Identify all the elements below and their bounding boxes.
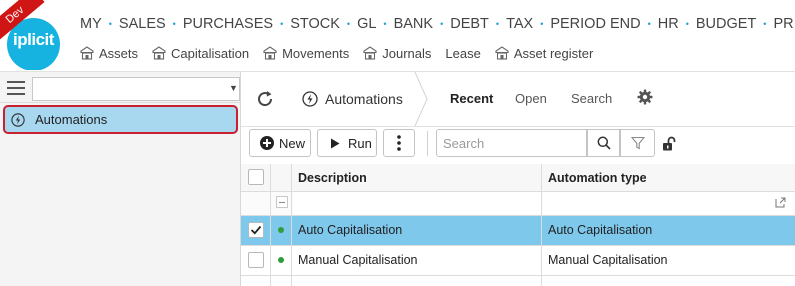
- column-header-automation-type[interactable]: Automation type: [548, 164, 647, 191]
- main-menu: MY • SALES • PURCHASES • STOCK • GL • BANK • DEBT • TA…: [80, 15, 794, 33]
- status-filter-toggle[interactable]: [276, 196, 288, 208]
- status-indicator: [278, 227, 284, 233]
- submenu-item-label: Journals: [382, 45, 432, 61]
- menu-separator: •: [172, 19, 176, 29]
- cell-description: Auto Capitalisation: [298, 223, 403, 237]
- cell-automation-type: Manual Capitalisation: [548, 253, 668, 267]
- submenu-item-lease[interactable]: Lease: [445, 46, 480, 61]
- cell-automation-type: Auto Capitalisation: [548, 223, 653, 237]
- cell-description: Manual Capitalisation: [298, 253, 418, 267]
- tab-search[interactable]: Search: [571, 91, 612, 106]
- search-icon: [597, 136, 611, 150]
- new-button[interactable]: New: [249, 129, 311, 157]
- status-indicator: [278, 257, 284, 263]
- filter-button[interactable]: [620, 129, 655, 157]
- menu-separator: •: [495, 19, 500, 29]
- menu-separator: •: [108, 19, 112, 29]
- submenu-item-label: Capitalisation: [171, 45, 250, 61]
- action-divider: [427, 131, 428, 156]
- menu-item-gl[interactable]: GL: [357, 16, 376, 32]
- tab-open[interactable]: Open: [515, 91, 547, 106]
- sub-menu: Assets Capitalisation Movements Journals Lea…: [80, 44, 607, 62]
- automation-type-filter-input[interactable]: [543, 192, 795, 214]
- submenu-item-assets[interactable]: Assets: [80, 46, 138, 61]
- checkmark-icon: [250, 225, 262, 235]
- menu-item-debt[interactable]: DEBT: [450, 16, 489, 32]
- grid-row-line: [241, 245, 795, 246]
- menu-item-hr[interactable]: HR: [658, 16, 679, 32]
- building-icon: [80, 46, 94, 60]
- logo-text: iplicit: [13, 30, 54, 49]
- submenu-item-capitalisation[interactable]: Capitalisation: [152, 46, 249, 61]
- menu-item-pr[interactable]: PR: [773, 16, 793, 32]
- grid-row-line: [241, 215, 795, 216]
- menu-separator: •: [440, 19, 444, 29]
- submenu-item-label: Assets: [99, 45, 139, 61]
- grid-column-line: [291, 164, 292, 286]
- plus-circle-icon: [260, 136, 274, 150]
- lightning-icon: [302, 91, 318, 107]
- breadcrumb-label: Automations: [325, 91, 403, 107]
- menu-separator: •: [685, 19, 689, 29]
- submenu-item-label: Movements: [282, 45, 350, 61]
- row-checkbox[interactable]: [248, 222, 264, 238]
- module-selector[interactable]: [32, 77, 240, 101]
- building-icon: [263, 46, 277, 60]
- menu-separator: •: [346, 19, 351, 29]
- building-icon: [152, 46, 166, 60]
- toolbar-divider: [241, 126, 795, 127]
- description-filter-input[interactable]: [293, 192, 541, 214]
- grid-row-line: [241, 275, 795, 276]
- building-icon: [363, 46, 377, 60]
- column-header-description[interactable]: Description: [298, 164, 367, 191]
- submenu-item-asset-register[interactable]: Asset register: [495, 46, 593, 61]
- menu-separator: •: [280, 19, 284, 29]
- left-pane-divider: [0, 102, 241, 103]
- submenu-item-journals[interactable]: Journals: [363, 46, 431, 61]
- menu-separator: •: [763, 19, 767, 29]
- menu-item-stock[interactable]: STOCK: [290, 16, 340, 32]
- menu-item-my[interactable]: MY: [80, 16, 102, 32]
- menu-item-bank[interactable]: BANK: [394, 16, 434, 32]
- run-button-label: Run: [348, 135, 372, 151]
- menu-separator: •: [383, 19, 387, 29]
- run-button[interactable]: Run: [317, 129, 377, 157]
- search-input[interactable]: [436, 129, 587, 157]
- submenu-item-label: Asset register: [513, 45, 594, 61]
- expand-icon[interactable]: [775, 197, 786, 208]
- dropdown-caret-icon[interactable]: ▼: [229, 83, 238, 93]
- unlock-icon[interactable]: [662, 136, 676, 151]
- menu-item-tax[interactable]: TAX: [506, 16, 533, 32]
- grid-column-line: [270, 164, 271, 286]
- menu-separator: •: [540, 19, 544, 29]
- grid-column-line: [541, 164, 542, 286]
- lightning-icon: [11, 112, 25, 127]
- menu-item-budget[interactable]: BUDGET: [696, 16, 756, 32]
- grid-row-line: [241, 191, 795, 192]
- nav-item-automations[interactable]: Automations: [3, 105, 238, 134]
- menu-item-sales[interactable]: SALES: [119, 16, 166, 32]
- gear-icon[interactable]: [637, 89, 653, 105]
- menu-item-period-end[interactable]: PERIOD END: [550, 16, 640, 32]
- hamburger-menu-icon[interactable]: [7, 81, 25, 95]
- building-icon: [495, 46, 509, 60]
- filter-icon: [630, 136, 645, 150]
- submenu-item-movements[interactable]: Movements: [263, 46, 349, 61]
- refresh-icon[interactable]: [254, 88, 276, 110]
- row-checkbox[interactable]: [248, 252, 264, 268]
- nav-item-label: Automations: [35, 112, 108, 127]
- submenu-item-label: Lease: [445, 45, 481, 61]
- search-button[interactable]: [587, 129, 620, 157]
- menu-separator: •: [647, 19, 651, 29]
- breadcrumb-separator: [414, 72, 428, 126]
- new-button-label: New: [279, 135, 306, 151]
- vertical-ellipsis-icon: [397, 135, 401, 151]
- play-icon: [331, 138, 340, 148]
- more-options-button[interactable]: [383, 129, 415, 157]
- select-all-checkbox[interactable]: [248, 169, 264, 185]
- tab-recent[interactable]: Recent: [450, 91, 493, 106]
- menu-item-purchases[interactable]: PURCHASES: [183, 16, 273, 32]
- app-logo[interactable]: iplicit Dev: [0, 0, 70, 70]
- breadcrumb-module[interactable]: Automations: [302, 88, 403, 110]
